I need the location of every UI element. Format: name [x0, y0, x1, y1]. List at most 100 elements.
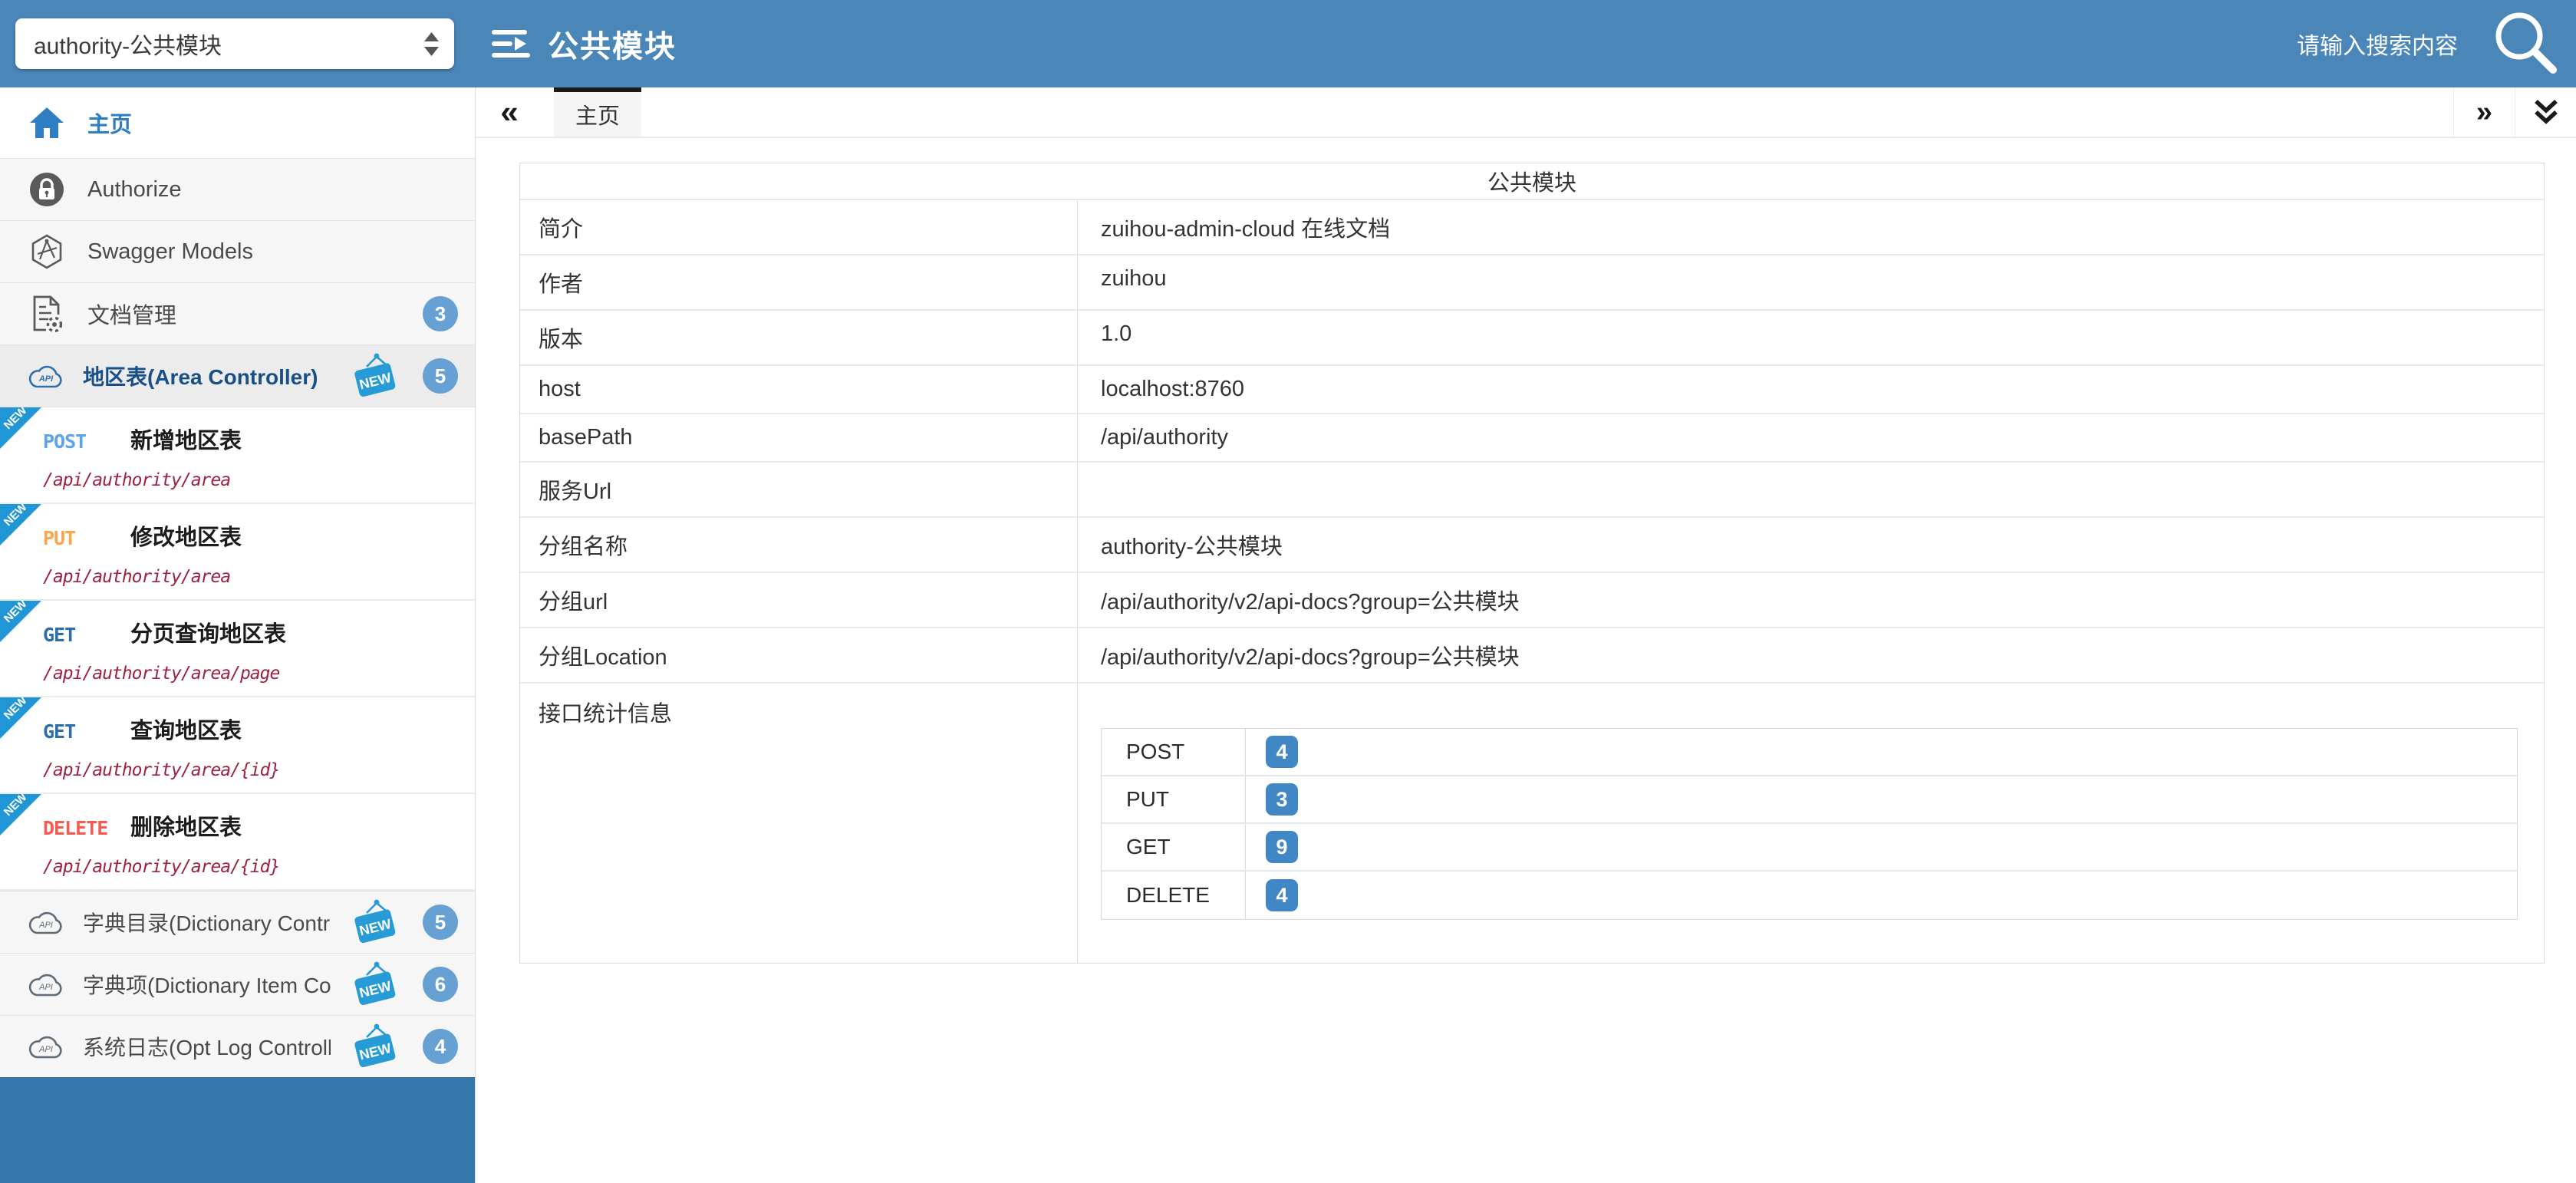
doc-info-table: 公共模块 简介 zuihou-admin-cloud 在线文档 作者 zuiho…: [519, 163, 2545, 964]
table-row: 服务Url: [520, 463, 2544, 518]
row-label: 简介: [520, 200, 1077, 254]
count-badge: 4: [423, 1029, 458, 1064]
stats-count-badge: 4: [1266, 736, 1298, 768]
controller-label: 字典目录(Dictionary Controller): [83, 907, 331, 938]
endpoint-item[interactable]: NEW DELETE 删除地区表 /api/authority/area/{id…: [0, 794, 475, 891]
svg-text:API: API: [38, 374, 54, 384]
stats-method: PUT: [1102, 776, 1246, 822]
new-ribbon-icon: NEW: [0, 794, 43, 837]
sidebar-item-swagger-models[interactable]: Swagger Models: [0, 220, 475, 282]
search-input[interactable]: 请输入搜索内容: [2297, 27, 2458, 61]
row-value: /api/authority/v2/api-docs?group=公共模块: [1077, 628, 2544, 682]
count-badge: 5: [423, 905, 458, 940]
new-tag-icon: NEW: [349, 1023, 400, 1069]
row-label: 服务Url: [520, 463, 1077, 516]
endpoint-path: /api/authority/area/{id}: [43, 760, 469, 780]
stats-count-cell: 9: [1246, 824, 1298, 870]
count-badge: 5: [423, 358, 458, 394]
row-label: 作者: [520, 255, 1077, 309]
table-row: basePath /api/authority: [520, 414, 2544, 463]
select-spinner-icon: [424, 32, 439, 56]
new-ribbon-icon: NEW: [0, 697, 43, 740]
endpoint-name: 删除地区表: [130, 809, 242, 842]
document-gear-icon: [28, 295, 66, 333]
stats-count-badge: 3: [1266, 783, 1298, 816]
endpoint-item[interactable]: NEW GET 分页查询地区表 /api/authority/area/page: [0, 601, 475, 697]
endpoint-path: /api/authority/area: [43, 567, 469, 587]
sidebar-item-label: Authorize: [87, 177, 182, 203]
row-label: basePath: [520, 414, 1077, 461]
stats-method: POST: [1102, 729, 1246, 775]
main-panel: « 主页 » 公共模块 简介 zuihou-admin-cloud 在线文档: [476, 87, 2576, 1183]
row-value: zuihou: [1077, 255, 2544, 309]
sidebar-item-home[interactable]: 主页: [0, 87, 475, 158]
content-area: 公共模块 简介 zuihou-admin-cloud 在线文档 作者 zuiho…: [476, 138, 2576, 1183]
stats-row: PUT 3: [1102, 776, 2517, 824]
sidebar-item-label: Swagger Models: [87, 239, 253, 265]
stats-row: POST 4: [1102, 729, 2517, 776]
row-label: 接口统计信息: [520, 684, 1077, 963]
sidebar-controller-dictionary-item[interactable]: API 字典项(Dictionary Item Controller) NEW …: [0, 953, 475, 1015]
endpoint-path: /api/authority/area/{id}: [43, 857, 469, 877]
sidebar-item-doc-manage[interactable]: 文档管理 3: [0, 282, 475, 344]
group-select[interactable]: authority-公共模块: [15, 18, 454, 69]
collapse-all-button[interactable]: [2515, 87, 2576, 137]
stats-row: GET 9: [1102, 824, 2517, 872]
row-label: 分组Location: [520, 628, 1077, 682]
endpoint-name: 查询地区表: [130, 713, 242, 745]
new-ribbon-icon: NEW: [0, 504, 43, 547]
sidebar-item-label: 文档管理: [87, 298, 176, 330]
stats-count-cell: 3: [1246, 776, 1298, 822]
endpoint-name: 新增地区表: [130, 423, 242, 455]
method-label: PUT: [43, 527, 130, 549]
endpoint-name: 修改地区表: [130, 519, 242, 552]
method-label: GET: [43, 720, 130, 743]
lock-icon: [28, 171, 66, 208]
sidebar-filler: [0, 1077, 475, 1183]
sidebar-controller-dictionary[interactable]: API 字典目录(Dictionary Controller) NEW 5: [0, 891, 475, 953]
app-header: authority-公共模块 公共模块 请输入搜索内容: [0, 0, 2576, 87]
table-row: 分组url /api/authority/v2/api-docs?group=公…: [520, 573, 2544, 628]
group-select-value: authority-公共模块: [34, 27, 222, 61]
body: 主页 Authorize: [0, 87, 2576, 1183]
collapse-left-button[interactable]: «: [476, 87, 543, 137]
endpoint-path: /api/authority/area/page: [43, 664, 469, 684]
row-value: localhost:8760: [1077, 366, 2544, 413]
table-row: host localhost:8760: [520, 366, 2544, 414]
controller-label: 地区表(Area Controller): [83, 361, 331, 391]
stats-table: POST 4 PUT 3: [1101, 728, 2518, 920]
row-value: authority-公共模块: [1077, 518, 2544, 572]
count-badge: 6: [423, 967, 458, 1002]
app-logo-icon: [489, 25, 532, 62]
new-tag-icon: NEW: [349, 899, 400, 945]
tab-bar: « 主页 »: [476, 87, 2576, 138]
collapse-right-button[interactable]: »: [2453, 87, 2515, 137]
endpoint-item[interactable]: NEW PUT 修改地区表 /api/authority/area: [0, 504, 475, 601]
tab-home[interactable]: 主页: [554, 87, 641, 137]
sidebar-controller-area[interactable]: API 地区表(Area Controller) NEW 5: [0, 344, 475, 407]
new-tag-icon: NEW: [349, 961, 400, 1007]
endpoint-name: 分页查询地区表: [130, 616, 286, 648]
endpoint-item[interactable]: NEW POST 新增地区表 /api/authority/area: [0, 407, 475, 504]
sidebar-item-authorize[interactable]: Authorize: [0, 158, 475, 220]
stats-method: DELETE: [1102, 872, 1246, 919]
row-value: zuihou-admin-cloud 在线文档: [1077, 200, 2544, 254]
endpoint-path: /api/authority/area: [43, 470, 469, 490]
table-row: 简介 zuihou-admin-cloud 在线文档: [520, 200, 2544, 255]
row-label: 分组名称: [520, 518, 1077, 572]
sidebar-item-label: 主页: [87, 107, 132, 139]
row-value: /api/authority: [1077, 414, 2544, 461]
stats-count-cell: 4: [1246, 729, 1298, 775]
new-tag-icon: NEW: [349, 353, 400, 399]
count-badge: 3: [423, 296, 458, 331]
endpoint-item[interactable]: NEW GET 查询地区表 /api/authority/area/{id}: [0, 697, 475, 794]
stats-method: GET: [1102, 824, 1246, 870]
table-row: 分组Location /api/authority/v2/api-docs?gr…: [520, 628, 2544, 684]
sidebar-controller-opt-log[interactable]: API 系统日志(Opt Log Controller) NEW 4: [0, 1015, 475, 1077]
svg-text:API: API: [38, 921, 53, 930]
table-row-stats: 接口统计信息 POST 4 PUT: [520, 684, 2544, 963]
app-title: 公共模块: [548, 21, 677, 66]
search-icon[interactable]: [2492, 8, 2562, 79]
new-ribbon-icon: NEW: [0, 407, 43, 450]
api-cloud-icon: API: [28, 971, 64, 997]
